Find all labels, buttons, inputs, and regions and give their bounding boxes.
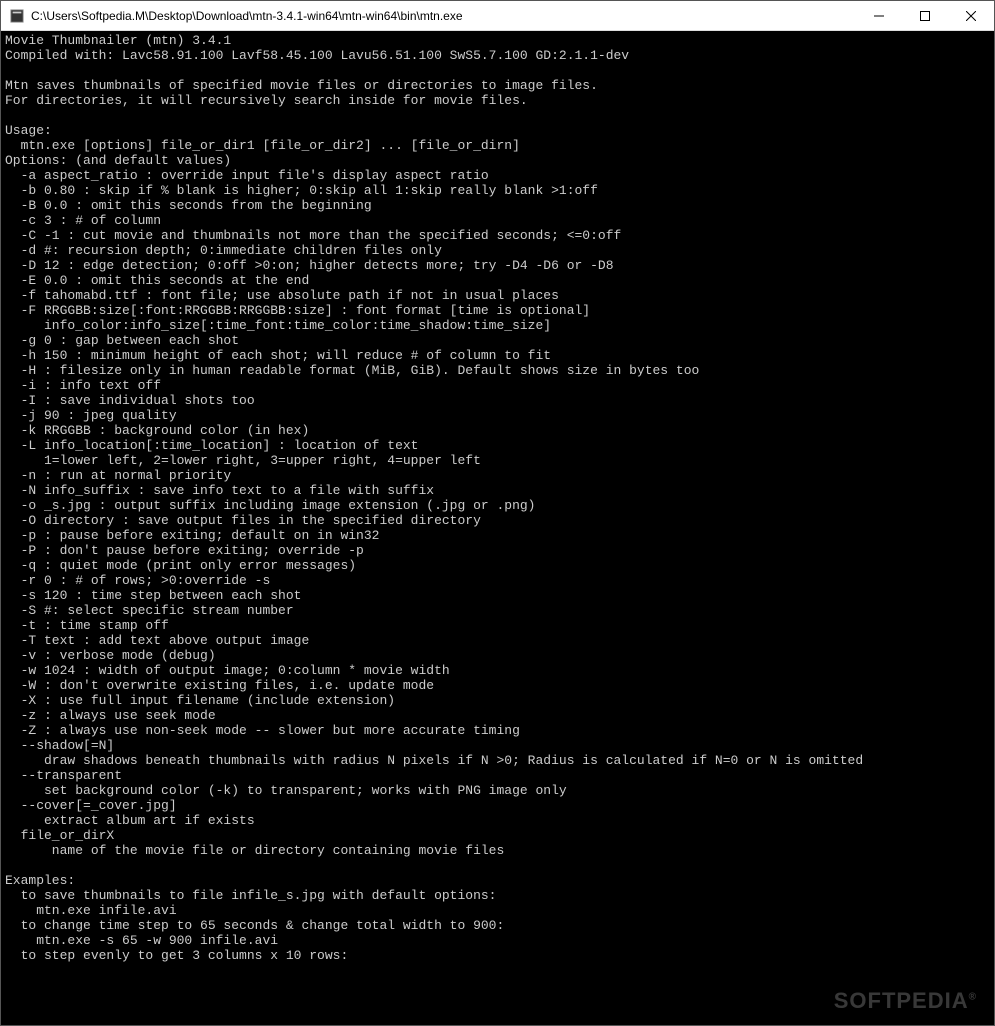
window-controls [856,1,994,30]
close-button[interactable] [948,1,994,30]
app-icon [9,8,25,24]
terminal-output[interactable]: Movie Thumbnailer (mtn) 3.4.1 Compiled w… [1,31,994,1025]
console-window: C:\Users\Softpedia.M\Desktop\Download\mt… [0,0,995,1026]
minimize-button[interactable] [856,1,902,30]
window-title: C:\Users\Softpedia.M\Desktop\Download\mt… [31,9,856,23]
titlebar[interactable]: C:\Users\Softpedia.M\Desktop\Download\mt… [1,1,994,31]
maximize-button[interactable] [902,1,948,30]
